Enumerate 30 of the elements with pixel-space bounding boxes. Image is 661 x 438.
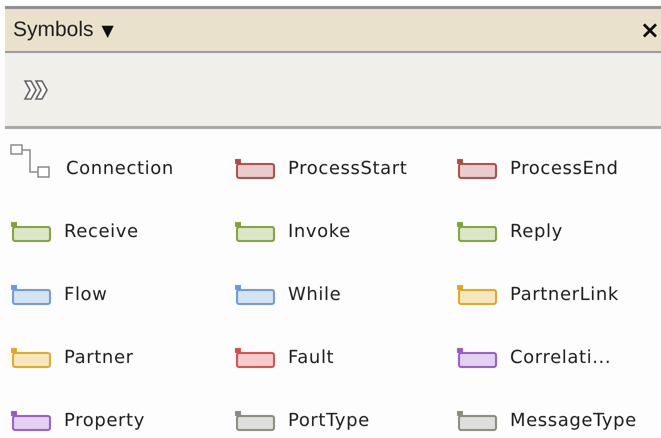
- block-icon[interactable]: [10, 410, 52, 432]
- block-icon[interactable]: [10, 284, 52, 306]
- dropdown-toggle[interactable]: ▼: [102, 20, 114, 40]
- symbol-label[interactable]: While: [288, 284, 342, 306]
- block-icon[interactable]: [10, 221, 52, 243]
- block-icon[interactable]: [456, 221, 498, 243]
- block-icon[interactable]: [456, 347, 498, 369]
- block-icon[interactable]: [234, 221, 276, 243]
- symbol-label[interactable]: ProcessEnd: [510, 158, 618, 180]
- symbol-label[interactable]: Fault: [288, 347, 334, 369]
- block-icon[interactable]: [456, 158, 498, 180]
- block-icon[interactable]: [234, 410, 276, 432]
- symbol-label[interactable]: Flow: [64, 284, 108, 306]
- panel-title: Symbols: [13, 18, 94, 42]
- symbol-label[interactable]: ProcessStart: [288, 158, 408, 180]
- symbol-label[interactable]: Connection: [66, 158, 174, 180]
- symbol-label[interactable]: PortType: [288, 410, 370, 432]
- symbol-label[interactable]: Partner: [64, 347, 134, 369]
- symbol-label[interactable]: Invoke: [288, 221, 351, 243]
- close-button[interactable]: ×: [640, 16, 660, 44]
- symbol-label[interactable]: Receive: [64, 221, 139, 243]
- symbol-label[interactable]: Property: [64, 410, 145, 432]
- block-icon[interactable]: [234, 347, 276, 369]
- symbol-label[interactable]: MessageType: [510, 410, 637, 432]
- block-icon[interactable]: [234, 158, 276, 180]
- symbol-label[interactable]: PartnerLink: [510, 284, 619, 306]
- block-icon[interactable]: [456, 410, 498, 432]
- symbol-label[interactable]: Reply: [510, 221, 563, 243]
- block-icon[interactable]: [234, 284, 276, 306]
- symbol-label[interactable]: Correlati...: [510, 347, 612, 369]
